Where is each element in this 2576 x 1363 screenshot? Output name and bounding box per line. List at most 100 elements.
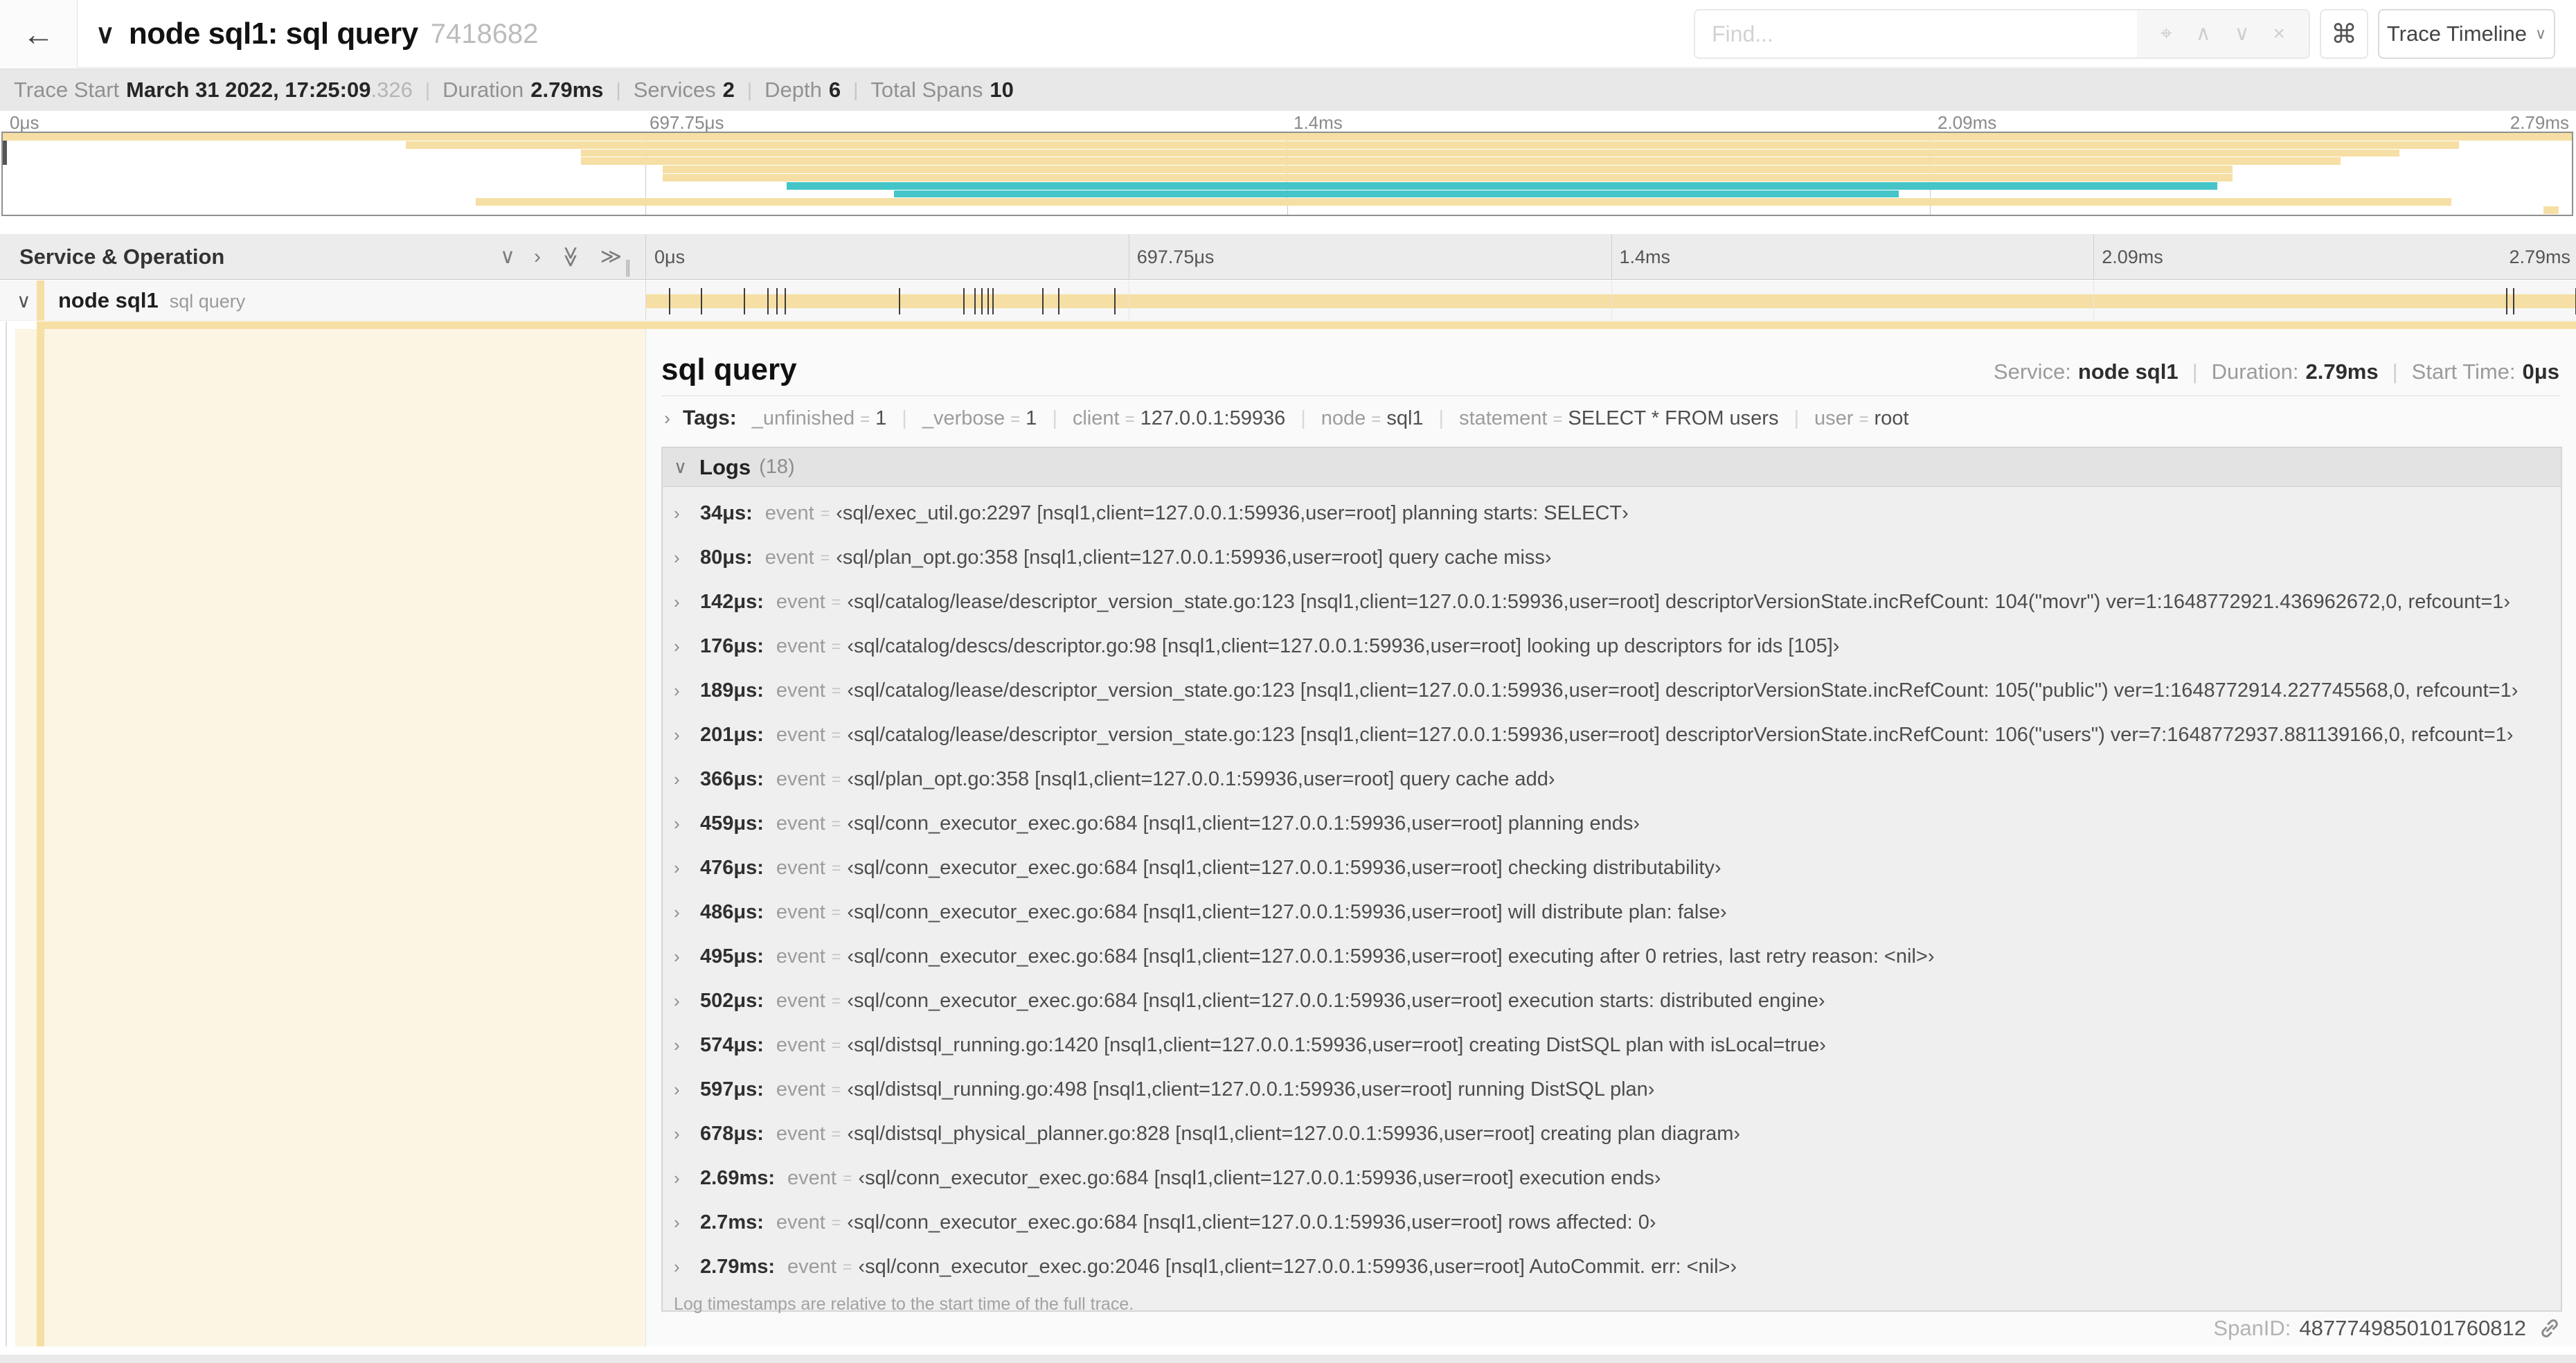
span-row[interactable]: ∨ node sql1 sql query xyxy=(0,280,2576,321)
log-marker-tick[interactable] xyxy=(963,288,965,314)
overview-value: node sql1 xyxy=(2077,359,2179,384)
log-chevron-right-icon[interactable]: › xyxy=(674,724,700,746)
clear-icon[interactable]: × xyxy=(2273,24,2286,44)
tag-key: statement xyxy=(1459,407,1548,429)
meta-value: 2 xyxy=(722,78,735,102)
log-marker-tick[interactable] xyxy=(767,288,769,314)
log-marker-tick[interactable] xyxy=(700,288,702,314)
log-marker-tick[interactable] xyxy=(1058,288,1060,314)
log-marker-tick[interactable] xyxy=(974,288,976,314)
minimap-scrubber-handle[interactable] xyxy=(3,140,7,165)
log-row[interactable]: › 2.69ms: event = ‹sql/conn_executor_exec.go… xyxy=(663,1156,2561,1200)
log-chevron-right-icon[interactable]: › xyxy=(674,680,700,702)
find-input[interactable] xyxy=(1695,10,2137,57)
log-row[interactable]: › 142μs: event = ‹sql/catalog/lease/descript… xyxy=(663,580,2561,624)
log-marker-tick[interactable] xyxy=(743,288,745,314)
keyboard-shortcuts-button[interactable]: ⌘ xyxy=(2320,9,2368,59)
log-row[interactable]: › 502μs: event = ‹sql/conn_executor_exec.go:… xyxy=(663,979,2561,1023)
title-chevron-down-icon[interactable]: ∨ xyxy=(96,19,115,50)
locate-icon[interactable]: ⌖ xyxy=(2161,24,2172,44)
log-timestamp: 597μs: xyxy=(700,1078,764,1101)
log-chevron-right-icon[interactable]: › xyxy=(674,1079,700,1101)
back-button[interactable]: ← xyxy=(0,0,78,68)
trace-title-wrap: ∨ node sql1: sql query 7418682 xyxy=(96,0,538,68)
log-marker-tick[interactable] xyxy=(776,288,778,314)
log-row[interactable]: › 2.79ms: event = ‹sql/conn_executor_exec.go… xyxy=(663,1245,2561,1289)
log-chevron-right-icon[interactable]: › xyxy=(674,1168,700,1189)
log-marker-tick[interactable] xyxy=(898,288,900,314)
log-chevron-right-icon[interactable]: › xyxy=(674,1035,700,1056)
chevron-right-icon[interactable]: › xyxy=(534,247,541,267)
log-chevron-right-icon[interactable]: › xyxy=(674,547,700,569)
minimap-labels: 0μs 697.75μs 1.4ms 2.09ms 2.79ms xyxy=(0,111,2576,133)
tags-row[interactable]: › Tags: _unfinished = 1 | _verbose = 1 | client =… xyxy=(664,407,1908,430)
chevron-down-icon[interactable]: ∨ xyxy=(500,247,515,267)
log-chevron-right-icon[interactable]: › xyxy=(674,636,700,657)
log-chevron-right-icon[interactable]: › xyxy=(674,1212,700,1233)
log-timestamp: 34μs: xyxy=(700,501,753,524)
span-id-row: SpanID: 4877749850101760812 xyxy=(2213,1313,2562,1344)
log-chevron-right-icon[interactable]: › xyxy=(674,857,700,879)
log-marker-tick[interactable] xyxy=(1042,288,1044,314)
log-row[interactable]: › 574μs: event = ‹sql/distsql_running.go:142… xyxy=(663,1023,2561,1067)
log-chevron-right-icon[interactable]: › xyxy=(674,990,700,1012)
log-chevron-right-icon[interactable]: › xyxy=(674,503,700,524)
logs-chevron-down-icon[interactable]: ∨ xyxy=(674,456,687,478)
chevron-up-icon[interactable]: ∧ xyxy=(2196,24,2211,44)
log-marker-tick[interactable] xyxy=(992,288,994,314)
log-equals: = xyxy=(831,592,841,611)
log-timestamp: 2.69ms: xyxy=(700,1166,776,1189)
log-value: ‹sql/conn_executor_exec.go:684 [nsql1,cl… xyxy=(847,812,1640,835)
log-chevron-right-icon[interactable]: › xyxy=(674,591,700,613)
log-chevron-right-icon[interactable]: › xyxy=(674,1123,700,1145)
log-marker-tick[interactable] xyxy=(2506,288,2508,314)
detail-divider xyxy=(661,395,2559,396)
meta-label: Depth xyxy=(764,78,822,102)
log-marker-tick[interactable] xyxy=(784,288,786,314)
log-marker-tick[interactable] xyxy=(981,288,983,314)
log-row[interactable]: › 597μs: event = ‹sql/distsql_running.go:498… xyxy=(663,1067,2561,1112)
log-row[interactable]: › 2.7ms: event = ‹sql/conn_executor_exec.go:… xyxy=(663,1200,2561,1245)
log-row[interactable]: › 80μs: event = ‹sql/plan_opt.go:358 [nsql1,… xyxy=(663,535,2561,580)
chevron-down-icon[interactable]: ∨ xyxy=(2235,24,2250,44)
log-timestamp: 486μs: xyxy=(700,900,764,923)
span-bar-track[interactable] xyxy=(645,280,2576,321)
log-row[interactable]: › 678μs: event = ‹sql/distsql_physical_plann… xyxy=(663,1112,2561,1156)
log-row[interactable]: › 476μs: event = ‹sql/conn_executor_exec.go:… xyxy=(663,846,2561,890)
log-equals: = xyxy=(831,991,841,1010)
deep-link-icon[interactable] xyxy=(2537,1316,2562,1341)
log-row[interactable]: › 201μs: event = ‹sql/catalog/lease/descript… xyxy=(663,713,2561,757)
log-marker-tick[interactable] xyxy=(668,288,670,314)
log-chevron-right-icon[interactable]: › xyxy=(674,813,700,835)
log-row[interactable]: › 459μs: event = ‹sql/conn_executor_exec.go:… xyxy=(663,801,2561,846)
double-chevron-down-icon[interactable]: ≫ xyxy=(560,246,582,267)
log-marker-tick[interactable] xyxy=(987,288,990,314)
logs-header[interactable]: ∨ Logs (18) xyxy=(663,448,2561,487)
log-row[interactable]: › 189μs: event = ‹sql/catalog/lease/descript… xyxy=(663,668,2561,713)
double-chevron-right-icon[interactable]: ≫ xyxy=(600,247,622,267)
column-resize-handle[interactable]: || xyxy=(625,256,631,278)
log-row[interactable]: › 34μs: event = ‹sql/exec_util.go:2297 [nsql… xyxy=(663,491,2561,535)
log-field-name: event xyxy=(776,723,825,746)
log-chevron-right-icon[interactable]: › xyxy=(674,1256,700,1278)
tag-equals: = xyxy=(860,410,870,429)
log-chevron-right-icon[interactable]: › xyxy=(674,769,700,790)
tags-chevron-right-icon[interactable]: › xyxy=(664,408,670,429)
logs-note: Log timestamps are relative to the start… xyxy=(674,1294,1134,1314)
log-row[interactable]: › 486μs: event = ‹sql/conn_executor_exec.go:… xyxy=(663,890,2561,934)
tag-equals: = xyxy=(1553,410,1563,429)
top-bar: ← ∨ node sql1: sql query 7418682 ⌖∧∨× ⌘ … xyxy=(0,0,2576,68)
minimap-canvas[interactable] xyxy=(1,132,2573,216)
log-chevron-right-icon[interactable]: › xyxy=(674,946,700,968)
span-collapse-chevron-down-icon[interactable]: ∨ xyxy=(17,280,31,321)
tag-equals: = xyxy=(1010,410,1021,429)
log-chevron-right-icon[interactable]: › xyxy=(674,902,700,923)
log-marker-tick[interactable] xyxy=(1114,288,1116,314)
log-row[interactable]: › 176μs: event = ‹sql/catalog/descs/descript… xyxy=(663,624,2561,668)
minimap-span-bar xyxy=(663,166,2233,173)
view-select-button[interactable]: Trace Timeline ∨ xyxy=(2378,9,2555,59)
span-overview: Service: node sql1 | Duration: 2.79ms | Start … xyxy=(1994,359,2559,384)
log-marker-tick[interactable] xyxy=(2513,288,2515,314)
log-row[interactable]: › 366μs: event = ‹sql/plan_opt.go:358 [nsql1… xyxy=(663,757,2561,801)
log-row[interactable]: › 495μs: event = ‹sql/conn_executor_exec.go:… xyxy=(663,934,2561,979)
